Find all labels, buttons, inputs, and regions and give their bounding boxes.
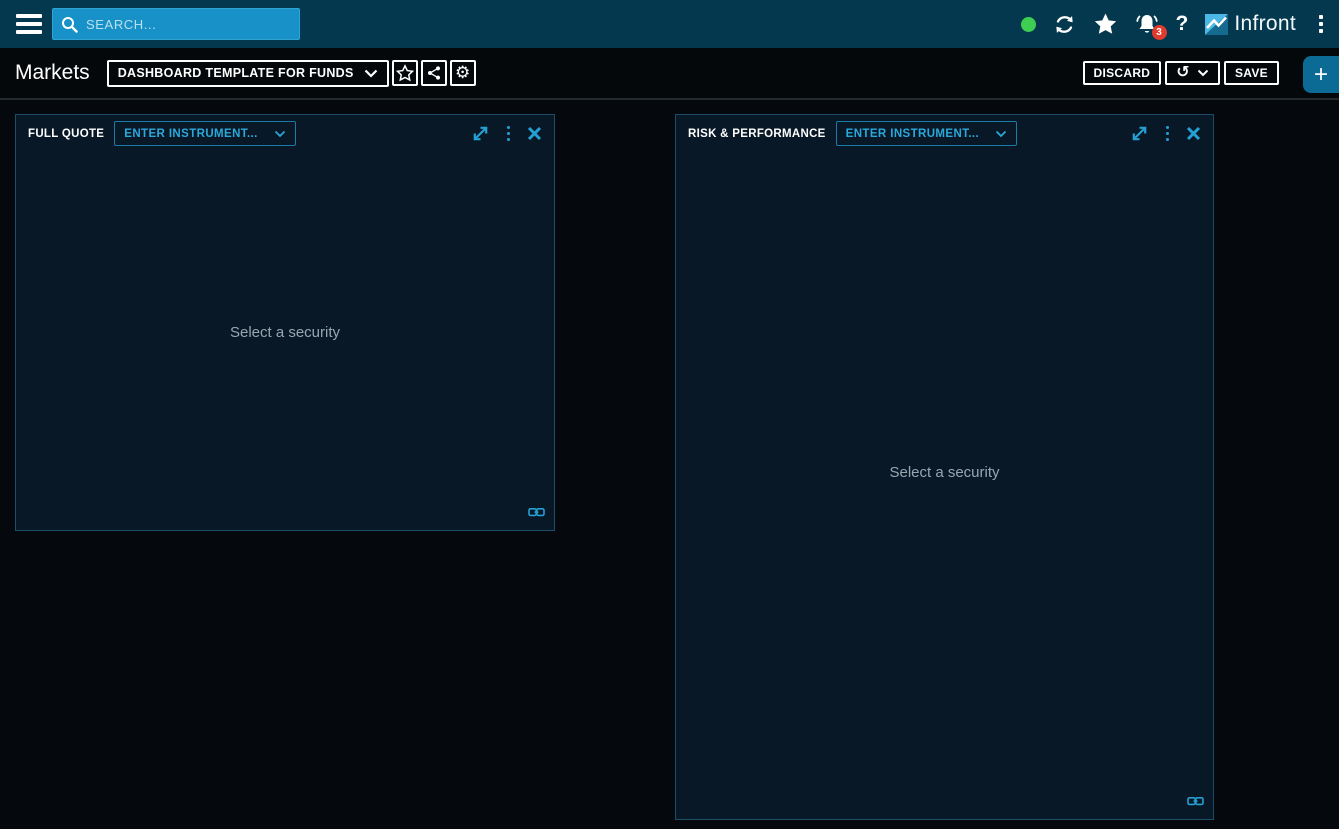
risk-performance-widget: RISK & PERFORMANCE ENTER INSTRUMENT... <box>675 114 1214 820</box>
chevron-down-icon <box>274 130 286 138</box>
star-outline-icon <box>396 64 414 82</box>
notifications-bell-icon[interactable]: 3 <box>1135 12 1159 36</box>
top-bar: 3 ? Infront <box>0 0 1339 48</box>
search-box[interactable] <box>52 8 300 40</box>
expand-widget-icon[interactable] <box>1130 124 1149 143</box>
favorites-star-icon[interactable] <box>1093 12 1118 36</box>
connection-status-icon <box>1021 17 1036 32</box>
search-input[interactable] <box>86 17 291 32</box>
widget-actions <box>1130 124 1202 143</box>
dashboard-toolbar: Markets DASHBOARD TEMPLATE FOR FUNDS ⚙ <box>0 48 1339 100</box>
instrument-placeholder: ENTER INSTRUMENT... <box>846 128 979 140</box>
empty-state-message: Select a security <box>676 464 1213 481</box>
discard-button[interactable]: DISCARD <box>1083 61 1162 85</box>
app-root: { "topbar": { "search": { "placeholder":… <box>0 0 1339 829</box>
empty-state-message: Select a security <box>16 324 554 341</box>
full-quote-widget: FULL QUOTE ENTER INSTRUMENT... <box>15 114 555 531</box>
widget-header: RISK & PERFORMANCE ENTER INSTRUMENT... <box>676 115 1213 147</box>
plus-icon: + <box>1314 61 1328 89</box>
widget-menu-icon[interactable] <box>1164 126 1172 142</box>
close-widget-icon[interactable] <box>527 126 542 141</box>
dashboard-settings-button[interactable]: ⚙ <box>450 60 476 86</box>
infront-logo-icon <box>1205 14 1228 35</box>
discard-label: DISCARD <box>1094 66 1151 80</box>
brand-logo: Infront <box>1205 12 1296 36</box>
instrument-placeholder: ENTER INSTRUMENT... <box>124 128 257 140</box>
link-channel-icon[interactable] <box>1187 794 1204 808</box>
overflow-menu-icon[interactable] <box>1313 13 1329 35</box>
close-widget-icon[interactable] <box>1186 126 1201 141</box>
save-label: SAVE <box>1235 66 1268 80</box>
search-icon <box>61 16 78 33</box>
template-selector-value: DASHBOARD TEMPLATE FOR FUNDS <box>118 66 354 80</box>
widget-actions <box>471 124 543 143</box>
notification-count-badge: 3 <box>1152 25 1167 40</box>
revision-history-button[interactable]: ↺ <box>1165 61 1220 85</box>
chevron-down-icon <box>995 130 1007 138</box>
widget-title: RISK & PERFORMANCE <box>688 128 826 140</box>
menu-icon[interactable] <box>16 14 42 34</box>
share-dashboard-button[interactable] <box>421 60 447 86</box>
topbar-actions: 3 ? Infront <box>1021 0 1329 48</box>
page-title: Markets <box>15 61 90 85</box>
widget-menu-icon[interactable] <box>505 126 513 142</box>
add-widget-button[interactable]: + <box>1303 56 1339 93</box>
undo-history-icon: ↺ <box>1176 64 1190 80</box>
toolbar-right-actions: DISCARD ↺ SAVE <box>1079 61 1280 85</box>
chevron-down-icon <box>364 69 378 78</box>
expand-widget-icon[interactable] <box>471 124 490 143</box>
widget-title: FULL QUOTE <box>28 128 104 140</box>
brand-name: Infront <box>1234 12 1296 36</box>
instrument-selector[interactable]: ENTER INSTRUMENT... <box>836 121 1017 146</box>
link-channel-icon[interactable] <box>528 505 545 519</box>
template-selector[interactable]: DASHBOARD TEMPLATE FOR FUNDS <box>107 60 389 87</box>
save-button[interactable]: SAVE <box>1224 61 1279 85</box>
instrument-selector[interactable]: ENTER INSTRUMENT... <box>114 121 295 146</box>
chevron-down-icon <box>1197 69 1209 77</box>
help-icon[interactable]: ? <box>1176 12 1189 36</box>
refresh-icon[interactable] <box>1053 13 1076 36</box>
widget-header: FULL QUOTE ENTER INSTRUMENT... <box>16 115 554 147</box>
gear-icon: ⚙ <box>455 65 470 82</box>
favorite-dashboard-button[interactable] <box>392 60 418 86</box>
share-icon <box>426 65 442 81</box>
